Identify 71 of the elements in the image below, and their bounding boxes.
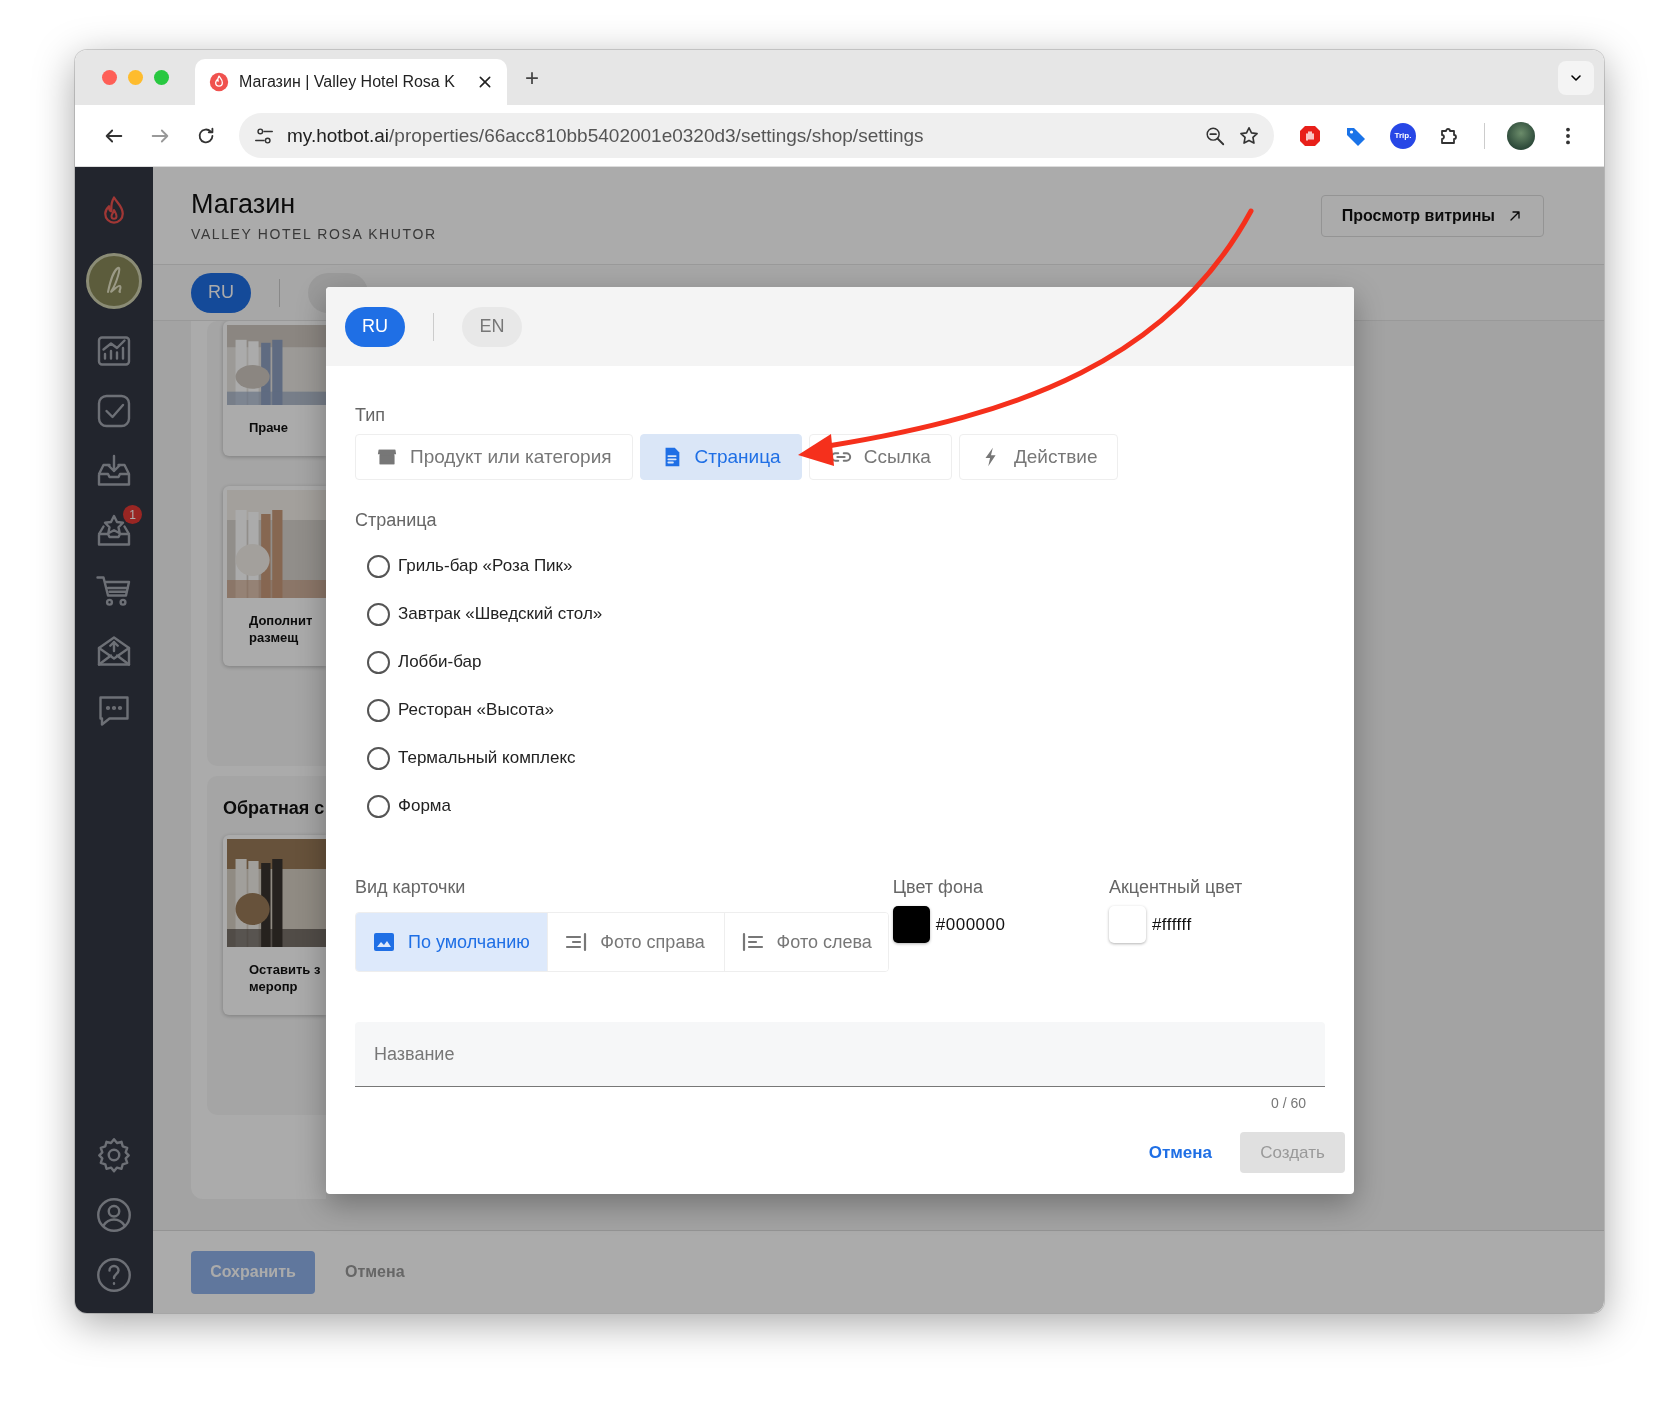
language-tab[interactable]: RU: [345, 306, 405, 347]
page-title: Магазин: [191, 189, 297, 220]
checkmark-icon[interactable]: [96, 393, 132, 429]
chart-icon[interactable]: [96, 333, 132, 369]
section-title: Обратная с: [223, 797, 326, 820]
language-tab[interactable]: RU: [191, 272, 251, 313]
new-tab-button[interactable]: +: [525, 63, 539, 92]
stop-hand-icon[interactable]: [1298, 123, 1322, 148]
character-counter: 0 / 60: [1270, 1095, 1306, 1111]
name-field[interactable]: Название: [355, 1022, 1325, 1087]
type-tab[interactable]: Страница: [639, 434, 802, 480]
radio-button[interactable]: [367, 794, 390, 818]
bookmark-star-icon[interactable]: [1238, 124, 1260, 147]
color-swatch[interactable]: [1108, 906, 1146, 943]
cart-icon[interactable]: [96, 573, 132, 609]
flame-icon: [209, 72, 229, 92]
field-label: Вид карточки: [355, 876, 467, 898]
storefront-button[interactable]: Просмотр витрины: [1320, 194, 1544, 237]
tab-title: Магазин | Valley Hotel Rosa K: [239, 73, 456, 91]
radio-button[interactable]: [367, 746, 390, 770]
chat-icon[interactable]: [96, 693, 132, 729]
radio-label: Лобби-бар: [398, 652, 482, 672]
url-text: my.hotbot.ai/properties/66acc810bb5402001e0320d3/settings/shop/settings: [287, 124, 925, 147]
field-label: Страница: [355, 509, 438, 531]
close-icon[interactable]: [477, 74, 493, 90]
radio-button[interactable]: [367, 554, 390, 578]
cancel-button[interactable]: Отмена: [1148, 1142, 1212, 1163]
radio-label: Форма: [398, 796, 451, 816]
hotel-avatar[interactable]: [86, 253, 142, 309]
image-icon: [372, 930, 396, 954]
color-swatch[interactable]: [892, 906, 930, 943]
radio-button[interactable]: [367, 650, 390, 674]
card-title: Дополнит размещ: [248, 612, 314, 646]
signature-icon: [104, 266, 124, 296]
mail-upload-icon[interactable]: [96, 633, 132, 669]
field-label: Цвет фона: [892, 876, 984, 898]
card-title: Праче: [248, 419, 289, 436]
card-title: Оставить з меропр: [248, 961, 322, 995]
product-card[interactable]: Дополнит размещ: [223, 486, 326, 666]
help-icon[interactable]: [96, 1257, 132, 1293]
field-label: Тип: [355, 404, 386, 426]
profile-avatar[interactable]: [1507, 121, 1535, 150]
field-label: Акцентный цвет: [1108, 876, 1244, 898]
settings-icon[interactable]: [96, 1137, 132, 1173]
radio-label: Ресторан «Высота»: [398, 700, 554, 720]
cancel-link[interactable]: Отмена: [345, 1263, 405, 1281]
language-tab[interactable]: EN: [462, 306, 522, 347]
type-tab[interactable]: Действие: [958, 434, 1119, 480]
type-tab[interactable]: Продукт или категория: [355, 434, 633, 480]
product-card[interactable]: Праче: [223, 321, 326, 456]
notification-badge: 1: [123, 505, 142, 524]
tab-list-button[interactable]: [1558, 60, 1594, 95]
page-subtitle: VALLEY HOTEL ROSA KHUTOR: [191, 226, 438, 242]
radio-label: Завтрак «Шведский стол»: [398, 604, 603, 624]
radio-label: Гриль-бар «Роза Пик»: [398, 556, 573, 576]
browser-tab[interactable]: Магазин | Valley Hotel Rosa K: [195, 59, 507, 105]
color-value: #ffffff: [1151, 914, 1192, 935]
align-right-icon: [564, 930, 589, 954]
inbox-download-icon[interactable]: [96, 453, 132, 489]
radio-label: Термальный комплекс: [398, 748, 576, 768]
trip-extension-icon[interactable]: Trip.: [1390, 122, 1416, 149]
address-bar[interactable]: my.hotbot.ai/properties/66acc810bb5402001e0320d3/settings/shop/settings: [239, 113, 1274, 158]
product-card[interactable]: Оставить з меропр: [223, 835, 326, 1015]
star-inbox-icon[interactable]: [96, 513, 132, 549]
user-icon[interactable]: [96, 1197, 132, 1233]
card-view-option[interactable]: По умолчанию: [356, 913, 549, 971]
color-value: #000000: [935, 914, 1006, 935]
window-control[interactable]: [102, 70, 117, 85]
align-left-icon: [740, 930, 765, 954]
radio-button[interactable]: [367, 602, 390, 626]
radio-button[interactable]: [367, 698, 390, 722]
